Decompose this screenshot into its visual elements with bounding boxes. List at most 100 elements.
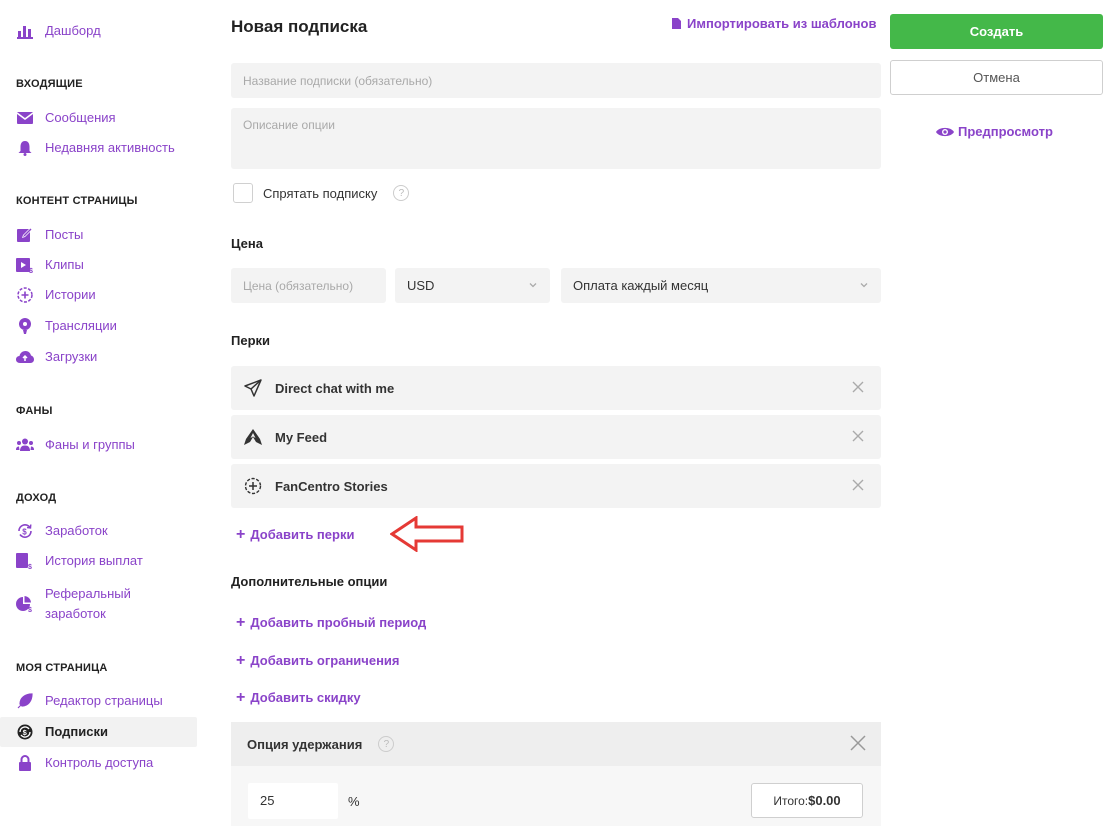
file-icon — [672, 18, 681, 29]
currency-value: USD — [407, 278, 435, 293]
add-limits-link[interactable]: + Добавить ограничения — [236, 651, 400, 669]
sidebar-item-label: Недавняя активность — [45, 140, 175, 155]
feather-icon — [16, 692, 34, 710]
section-title-fans: ФАНЫ — [16, 405, 53, 417]
retention-option-header: Опция удержания ? — [231, 722, 881, 766]
svg-text:$: $ — [22, 527, 27, 536]
sidebar-item-activity[interactable]: Недавняя активность — [0, 133, 197, 163]
perk-label: My Feed — [275, 429, 328, 445]
sidebar-item-clips[interactable]: $ Клипы — [0, 250, 197, 280]
annotation-arrow-icon — [390, 516, 464, 552]
bar-chart-icon — [16, 22, 34, 40]
price-input[interactable]: Цена (обязательно) — [231, 268, 386, 303]
retention-percent-input[interactable]: 25 — [248, 783, 338, 819]
plus-icon: + — [236, 688, 246, 706]
page-title: Новая подписка — [231, 17, 368, 36]
subscription-name-input[interactable]: Название подписки (обязательно) — [231, 63, 881, 98]
sidebar-item-access-control[interactable]: Контроль доступа — [0, 748, 197, 778]
pie-chart-dollar-icon: $ — [16, 595, 34, 613]
cancel-button[interactable]: Отмена — [890, 60, 1103, 95]
sidebar-item-referral[interactable]: $ Реферальный заработок — [0, 582, 197, 626]
refresh-dollar-icon: $ — [16, 522, 34, 540]
sidebar-item-uploads[interactable]: Загрузки — [0, 342, 197, 372]
import-templates-label: Импортировать из шаблонов — [687, 16, 877, 31]
stories-icon — [16, 286, 34, 304]
preview-link[interactable]: Предпросмотр — [936, 124, 1053, 139]
cloud-upload-icon — [16, 348, 34, 366]
add-discount-link[interactable]: + Добавить скидку — [236, 688, 361, 706]
referral-line-2: заработок — [45, 606, 106, 621]
section-title-income: ДОХОД — [16, 492, 57, 504]
svg-text:$: $ — [28, 564, 32, 569]
envelope-icon — [16, 109, 34, 127]
retention-option-label: Опция удержания — [247, 736, 363, 752]
section-title-my-page: МОЯ СТРАНИЦА — [16, 662, 108, 674]
import-templates-link[interactable]: Импортировать из шаблонов — [672, 16, 876, 31]
add-limits-label: Добавить ограничения — [250, 653, 400, 668]
svg-text:$: $ — [28, 607, 32, 612]
document-dollar-icon: $ — [16, 552, 34, 570]
sidebar-item-posts[interactable]: Посты — [0, 220, 197, 250]
sidebar-item-label: Фаны и группы — [45, 437, 135, 452]
sidebar-item-label: Заработок — [45, 523, 108, 538]
preview-label: Предпросмотр — [958, 124, 1053, 139]
remove-perk-icon[interactable] — [851, 478, 865, 492]
add-perks-link[interactable]: + Добавить перки — [236, 526, 355, 542]
option-description-input[interactable]: Описание опции — [231, 108, 881, 169]
section-title-content: КОНТЕНТ СТРАНИЦЫ — [16, 195, 138, 207]
help-icon[interactable]: ? — [393, 185, 410, 201]
sidebar-item-streams[interactable]: Трансляции — [0, 311, 197, 341]
stories-icon — [243, 476, 263, 496]
sidebar-item-label: Подписки — [45, 724, 108, 739]
perk-item: My Feed — [231, 415, 881, 459]
bell-icon — [16, 139, 34, 157]
sidebar-item-label: Трансляции — [45, 318, 117, 333]
hide-subscription-checkbox[interactable] — [233, 183, 253, 203]
sidebar: Дашборд ВХОДЯЩИЕ Сообщения Недавняя акти… — [0, 0, 200, 835]
sidebar-item-messages[interactable]: Сообщения — [0, 103, 197, 133]
total-box: Итого: $0.00 — [751, 783, 863, 818]
sidebar-item-fans-groups[interactable]: Фаны и группы — [0, 430, 197, 460]
feed-icon — [243, 427, 263, 447]
remove-perk-icon[interactable] — [851, 429, 865, 443]
close-icon[interactable] — [849, 734, 867, 752]
sidebar-item-label: Дашборд — [45, 23, 101, 38]
sidebar-item-label: Истории — [45, 287, 96, 302]
svg-text:$: $ — [29, 268, 33, 273]
sidebar-item-dashboard[interactable]: Дашборд — [0, 16, 197, 46]
billing-period-select[interactable]: Оплата каждый месяц — [561, 268, 881, 303]
remove-perk-icon[interactable] — [851, 380, 865, 394]
referral-line-1: Реферальный — [45, 586, 131, 601]
sidebar-item-page-editor[interactable]: Редактор страницы — [0, 686, 197, 716]
currency-select[interactable]: USD — [395, 268, 550, 303]
sidebar-item-label: Клипы — [45, 257, 84, 272]
percent-sign: % — [348, 794, 360, 809]
sidebar-item-label: История выплат — [45, 553, 143, 568]
create-button[interactable]: Создать — [890, 14, 1103, 49]
sidebar-item-label: Редактор страницы — [45, 693, 163, 708]
sidebar-item-stories[interactable]: Истории — [0, 280, 197, 310]
help-icon[interactable]: ? — [378, 736, 395, 752]
sidebar-item-label: Посты — [45, 227, 84, 242]
perk-label: Direct chat with me — [275, 380, 395, 396]
users-icon — [16, 436, 34, 454]
edit-icon — [16, 226, 34, 244]
add-trial-label: Добавить пробный период — [250, 615, 427, 630]
price-section-title: Цена — [231, 236, 263, 251]
broadcast-icon — [16, 317, 34, 335]
add-perks-label: Добавить перки — [250, 527, 355, 542]
subscription-icon: $ — [16, 723, 34, 741]
sidebar-item-label: Реферальный заработок — [45, 584, 131, 624]
add-discount-label: Добавить скидку — [250, 690, 361, 705]
sidebar-item-earnings[interactable]: $ Заработок — [0, 516, 197, 546]
perk-item: FanCentro Stories — [231, 464, 881, 508]
perk-item: Direct chat with me — [231, 366, 881, 410]
extra-options-title: Дополнительные опции — [231, 574, 388, 589]
chevron-down-icon — [860, 283, 868, 288]
hide-subscription-label: Спрятать подписку — [263, 185, 378, 201]
perk-label: FanCentro Stories — [275, 478, 388, 494]
sidebar-item-payout-history[interactable]: $ История выплат — [0, 546, 197, 576]
sidebar-item-subscriptions[interactable]: $ Подписки — [0, 717, 197, 747]
add-trial-link[interactable]: + Добавить пробный период — [236, 614, 427, 630]
plus-icon: + — [236, 651, 246, 669]
